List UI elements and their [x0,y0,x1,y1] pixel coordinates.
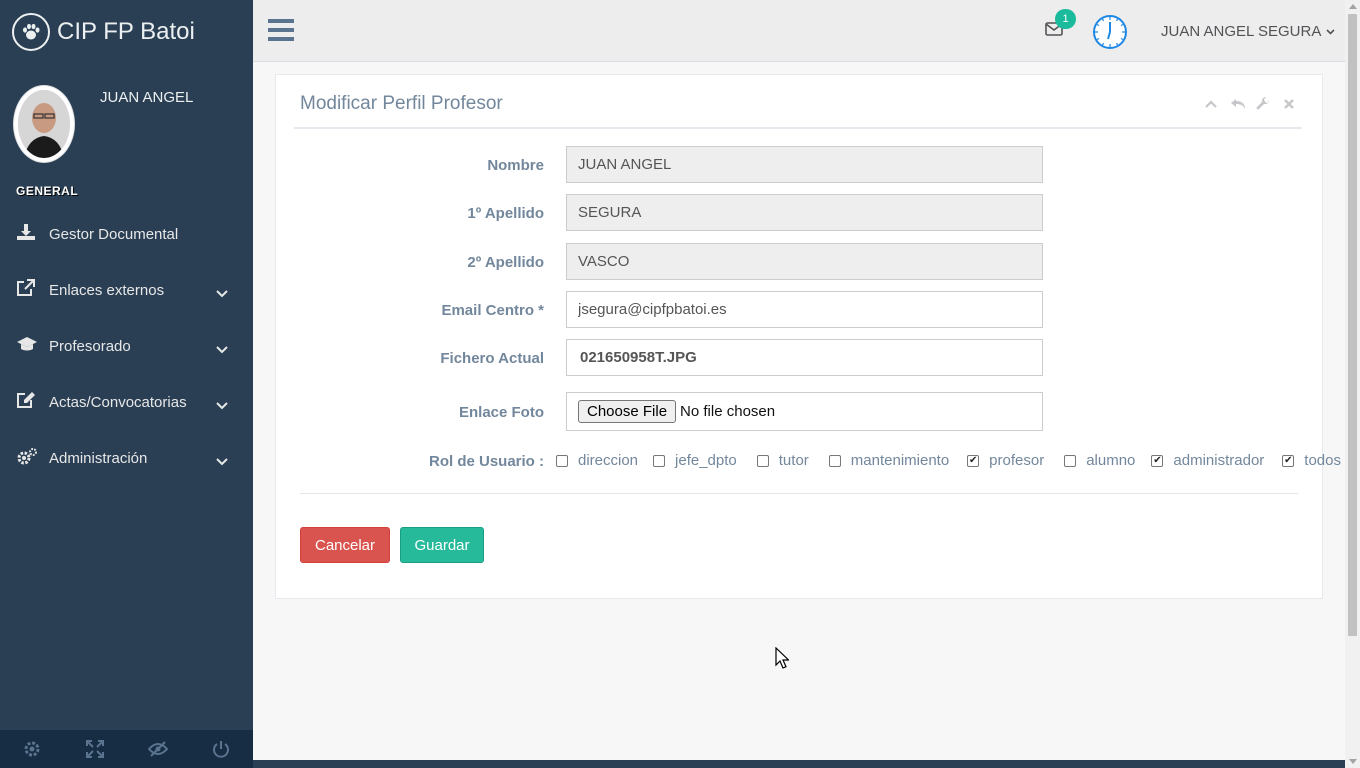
chevron-down-icon [216,341,228,354]
panel-toolbox [1204,96,1296,111]
chevron-down-icon [216,453,228,466]
eye-slash-icon[interactable] [127,730,190,768]
role-tutor[interactable]: tutor [756,452,809,469]
apellido2-field[interactable] [566,243,1043,280]
sidebar-item-actas-convocatorias[interactable]: Actas/Convocatorias [0,387,253,417]
foto-file-input: Choose File No file chosen [566,392,1043,431]
sidebar-item-gestor-documental[interactable]: Gestor Documental [0,219,253,249]
role-jefe-dpto[interactable]: jefe_dpto [653,452,737,469]
menu-toggle-icon[interactable] [268,18,294,42]
scroll-down-icon[interactable] [1349,759,1357,764]
chevron-up-icon[interactable] [1204,97,1218,111]
reply-icon[interactable] [1230,97,1245,111]
checkbox-checked[interactable]: ✔ [1151,454,1164,467]
choose-file-button[interactable]: Choose File [578,400,677,423]
sidebar-item-profesorado[interactable]: Profesorado [0,331,253,361]
scroll-thumb[interactable] [1348,14,1357,636]
divider [300,493,1298,494]
role-label: tutor [778,452,809,469]
checkbox[interactable] [1064,454,1077,467]
apellido1-label: 1º Apellido [467,205,544,222]
chevron-down-icon [216,285,228,298]
apellido1-field[interactable] [566,194,1043,231]
panel-title: Modificar Perfil Profesor [300,93,503,114]
wrench-icon[interactable] [1256,96,1270,111]
settings-icon[interactable] [0,730,63,768]
scrollbar[interactable] [1345,0,1360,768]
role-label: mantenimiento [850,452,950,469]
chevron-down-icon [1326,28,1335,35]
scroll-up-icon[interactable] [1349,4,1357,9]
role-label: jefe_dpto [675,452,737,469]
sidebar-item-administracion[interactable]: Administración [0,443,253,473]
top-navbar: 1 JUAN ANGEL SEGURA [253,0,1345,62]
close-icon[interactable] [1282,97,1296,111]
sidebar-item-enlaces-externos[interactable]: Enlaces externos [0,275,253,305]
main-content: Modificar Perfil Profesor Nombre 1º Apel… [253,62,1345,760]
bottom-strip [253,760,1345,768]
sidebar-item-label: Profesorado [49,338,131,355]
sidebar-footer [0,730,253,768]
chevron-down-icon [216,397,228,410]
role-administrador[interactable]: ✔ administrador [1151,452,1264,469]
roles-group: direccion jefe_dpto tutor mantenimiento … [556,452,1341,469]
graduation-cap-icon [16,335,38,355]
form-panel: Modificar Perfil Profesor Nombre 1º Apel… [275,74,1341,599]
section-title: GENERAL [16,184,79,198]
sidebar-item-label: Administración [49,450,148,467]
avatar [13,85,75,163]
brand-title: CIP FP Batoi [57,18,195,45]
role-direccion[interactable]: direccion [556,452,638,469]
cancel-button[interactable]: Cancelar [300,527,390,563]
checkbox-checked[interactable]: ✔ [1282,454,1295,467]
mail-badge: 1 [1055,9,1076,29]
file-status: No file chosen [680,403,776,420]
sidebar-item-label: Actas/Convocatorias [49,394,187,411]
fichero-label: Fichero Actual [440,350,544,367]
paw-icon [12,13,50,51]
email-field[interactable] [566,291,1043,328]
role-todos[interactable]: ✔ todos [1282,452,1341,469]
checkbox-checked[interactable]: ✔ [967,454,980,467]
role-label: administrador [1173,452,1265,469]
nombre-field[interactable] [566,146,1043,183]
email-label: Email Centro * [441,302,544,319]
checkbox[interactable] [653,454,666,467]
role-label: direccion [578,452,639,469]
profile-name: JUAN ANGEL [100,89,194,106]
role-profesor[interactable]: ✔ profesor [967,452,1044,469]
power-icon[interactable] [190,730,253,768]
fichero-value: 021650958T.JPG [580,349,697,366]
save-button[interactable]: Guardar [400,527,484,563]
gears-icon [16,447,38,467]
role-mantenimiento[interactable]: mantenimiento [828,452,950,469]
user-menu[interactable]: JUAN ANGEL SEGURA [1161,23,1335,40]
checkbox[interactable] [756,454,769,467]
mouse-cursor-icon [775,646,790,669]
user-name: JUAN ANGEL SEGURA [1161,23,1322,40]
fullscreen-icon[interactable] [63,730,126,768]
role-alumno[interactable]: alumno [1064,452,1135,469]
checkbox[interactable] [556,454,568,467]
sidebar: CIP FP Batoi JUAN ANGEL GENERAL Gestor D… [0,0,253,768]
sidebar-item-label: Enlaces externos [49,282,165,299]
fichero-field: 021650958T.JPG [566,339,1043,376]
external-link-icon [16,279,38,299]
role-label: todos [1304,452,1341,469]
divider [294,127,1302,129]
nombre-label: Nombre [487,157,544,174]
checkbox[interactable] [828,454,841,467]
edit-icon [16,391,38,411]
brand[interactable]: CIP FP Batoi [12,12,195,52]
role-label: profesor [989,452,1045,469]
download-icon [16,223,38,243]
apellido2-label: 2º Apellido [467,254,544,271]
role-label: alumno [1086,452,1136,469]
foto-label: Enlace Foto [458,404,544,421]
roles-label: Rol de Usuario : [428,453,544,470]
clock-icon[interactable] [1092,14,1130,52]
sidebar-item-label: Gestor Documental [49,226,179,243]
